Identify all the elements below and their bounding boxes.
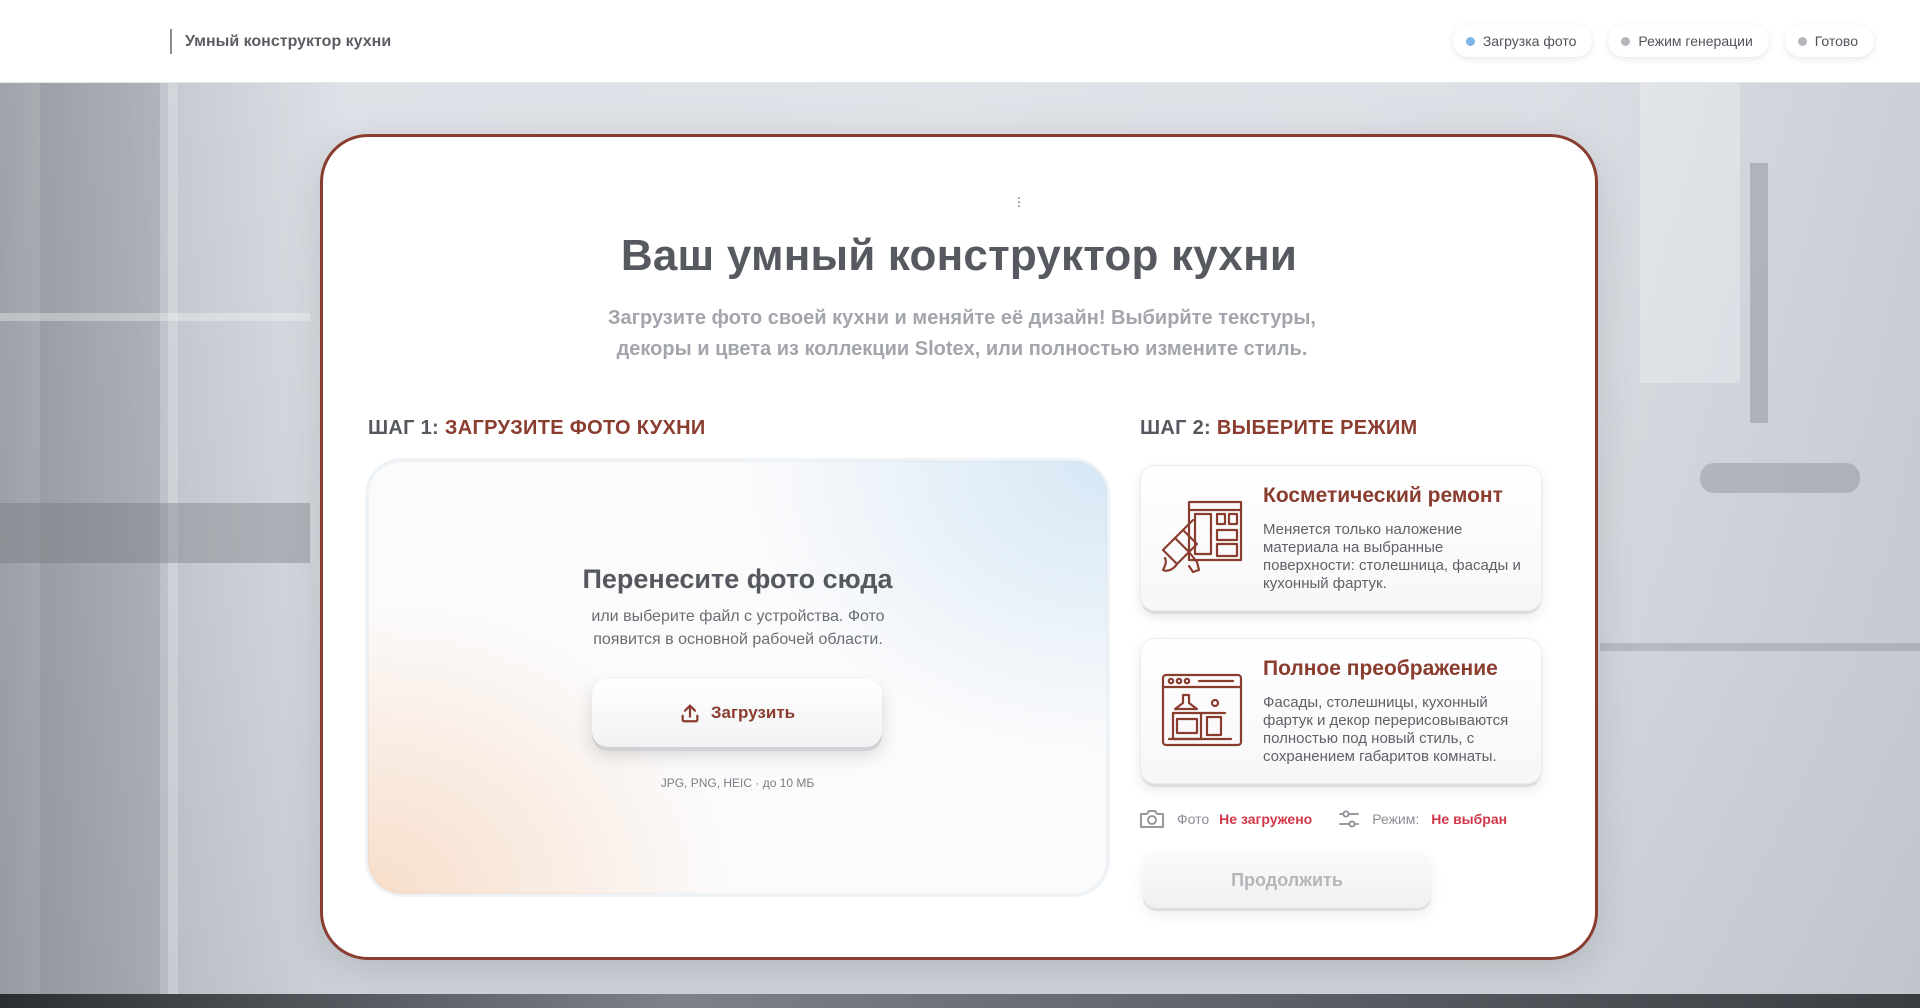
step-pill-label: Готово [1814, 33, 1858, 49]
paint-brush-cabinet-icon [1161, 500, 1243, 574]
step2-title: ВЫБЕРИТЕ РЕЖИМ [1216, 417, 1418, 439]
step-pill-mode[interactable]: Режим генерации [1608, 25, 1769, 57]
dropzone-description: или выберите файл с устройства. Фото поя… [591, 608, 885, 648]
photo-dropzone[interactable]: Перенесите фото сюда или выберите файл с… [368, 461, 1107, 894]
page-title: Ваш умный конструктор кухни [620, 231, 1298, 280]
mode-description: Меняется только наложение материала на в… [1263, 521, 1521, 592]
step-dot-icon [1621, 36, 1631, 46]
decorative-mark: ⋮ [1013, 195, 1025, 209]
camera-icon [1140, 810, 1164, 828]
step2-prefix: ШАГ 2: [1140, 417, 1217, 439]
allowed-formats: JPG, PNG, HEIC · до 10 МБ [660, 776, 815, 790]
step-dot-icon [1797, 36, 1807, 46]
photo-status-label: Фото [1177, 811, 1210, 827]
mode-description: Фасады, столешницы, кухонный фартук и де… [1263, 694, 1509, 765]
mode-title: Косметический ремонт [1263, 484, 1503, 507]
mode-status-value: Не выбран [1431, 811, 1508, 827]
brand-title: Умный конструктор кухни [185, 33, 392, 50]
step-pill-label: Режим генерации [1638, 33, 1753, 49]
top-bar: Умный конструктор кухни Загрузка фото Ре… [0, 0, 1920, 83]
step1-prefix: ШАГ 1: [368, 417, 445, 439]
bottom-strip [0, 994, 1920, 1008]
main-card: ⋮ Ваш умный конструктор кухни Загрузите … [320, 134, 1598, 960]
mode-card-full[interactable]: Полное преображение Фасады, столешницы, … [1141, 639, 1541, 783]
mode-status-label: Режим: [1372, 811, 1420, 827]
mode-title: Полное преображение [1263, 657, 1498, 680]
photo-status-value: Не загружено [1219, 811, 1313, 827]
subtitle-line: Загрузите фото своей кухни и меняйте её … [608, 307, 1316, 329]
step-pill-done[interactable]: Готово [1784, 25, 1874, 57]
step2-heading: ШАГ 2: ВЫБЕРИТЕ РЕЖИМ [1140, 417, 1417, 440]
upload-icon [681, 704, 699, 723]
progress-steps: Загрузка фото Режим генерации Готово [1452, 25, 1874, 57]
selection-status: Фото Не загружено Режим: Не выбран [1139, 807, 1507, 831]
step1-title: ЗАГРУЗИТЕ ФОТО КУХНИ [444, 417, 706, 439]
page-subtitle: Загрузите фото своей кухни и меняйте её … [582, 303, 1342, 365]
mode-card-cosmetic[interactable]: Косметический ремонт Меняется только нал… [1141, 466, 1541, 610]
sliders-icon [1339, 810, 1360, 828]
upload-button-label: Загрузить [710, 703, 796, 722]
dropzone-title: Перенесите фото сюда [582, 564, 893, 594]
active-step-dot-icon [1465, 36, 1475, 46]
upload-button[interactable]: Загрузить [592, 679, 882, 747]
step-pill-upload[interactable]: Загрузка фото [1452, 25, 1593, 57]
kitchen-window-icon [1161, 673, 1243, 747]
step-pill-label: Загрузка фото [1482, 33, 1577, 49]
subtitle-line: декоры и цвета из коллекции Slotex, или … [616, 338, 1308, 360]
step1-heading: ШАГ 1: ЗАГРУЗИТЕ ФОТО КУХНИ [368, 417, 706, 440]
continue-button[interactable]: Продолжить [1143, 852, 1431, 908]
brand-divider [170, 29, 172, 54]
